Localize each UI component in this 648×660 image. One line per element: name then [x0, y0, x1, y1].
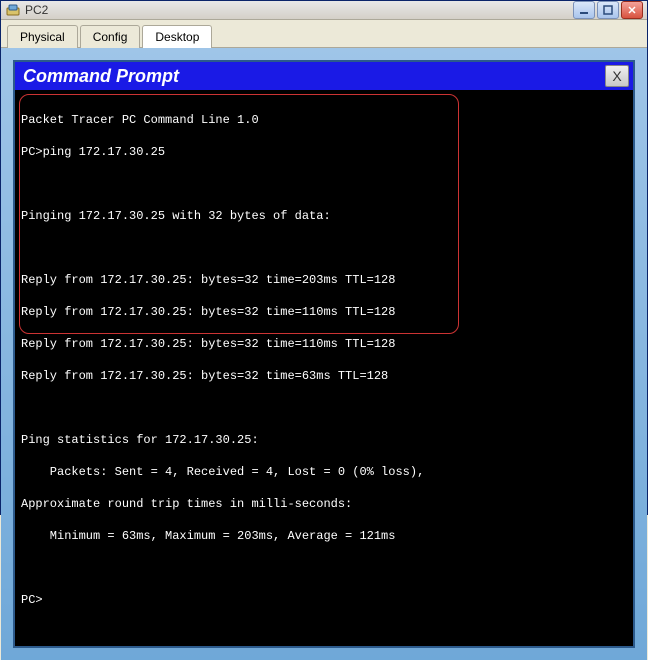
- terminal-line: Reply from 172.17.30.25: bytes=32 time=1…: [21, 336, 627, 352]
- window-title: PC2: [25, 3, 573, 17]
- terminal-output: Packet Tracer PC Command Line 1.0 PC>pin…: [21, 96, 627, 640]
- command-prompt-window: Command Prompt X Packet Tracer PC Comman…: [13, 60, 635, 648]
- window-controls: [573, 1, 643, 19]
- terminal-line: Ping statistics for 172.17.30.25:: [21, 432, 627, 448]
- terminal-line: Reply from 172.17.30.25: bytes=32 time=2…: [21, 272, 627, 288]
- terminal-line: Reply from 172.17.30.25: bytes=32 time=1…: [21, 304, 627, 320]
- command-prompt-close-button[interactable]: X: [605, 65, 629, 87]
- app-icon: [5, 2, 21, 18]
- terminal-line: Reply from 172.17.30.25: bytes=32 time=6…: [21, 368, 627, 384]
- tab-desktop[interactable]: Desktop: [142, 25, 212, 48]
- terminal-prompt: PC>: [21, 592, 627, 608]
- tab-bar: Physical Config Desktop: [1, 20, 647, 48]
- tab-config[interactable]: Config: [80, 25, 141, 48]
- terminal-line: [21, 560, 627, 576]
- command-prompt-titlebar[interactable]: Command Prompt X: [15, 62, 633, 90]
- terminal-line: Minimum = 63ms, Maximum = 203ms, Average…: [21, 528, 627, 544]
- terminal-line: [21, 400, 627, 416]
- maximize-button[interactable]: [597, 1, 619, 19]
- terminal-line: Pinging 172.17.30.25 with 32 bytes of da…: [21, 208, 627, 224]
- terminal-line: [21, 240, 627, 256]
- command-prompt-title: Command Prompt: [23, 66, 605, 87]
- terminal-line: Approximate round trip times in milli-se…: [21, 496, 627, 512]
- terminal-body[interactable]: Packet Tracer PC Command Line 1.0 PC>pin…: [15, 90, 633, 646]
- app-window: PC2 Physical Config Desktop Command Prom…: [0, 0, 648, 515]
- tab-physical[interactable]: Physical: [7, 25, 78, 48]
- terminal-line: [21, 176, 627, 192]
- window-close-button[interactable]: [621, 1, 643, 19]
- desktop-content: Command Prompt X Packet Tracer PC Comman…: [1, 48, 647, 660]
- minimize-button[interactable]: [573, 1, 595, 19]
- terminal-line: PC>ping 172.17.30.25: [21, 144, 627, 160]
- terminal-line: Packets: Sent = 4, Received = 4, Lost = …: [21, 464, 627, 480]
- window-titlebar[interactable]: PC2: [1, 1, 647, 20]
- terminal-line: Packet Tracer PC Command Line 1.0: [21, 112, 627, 128]
